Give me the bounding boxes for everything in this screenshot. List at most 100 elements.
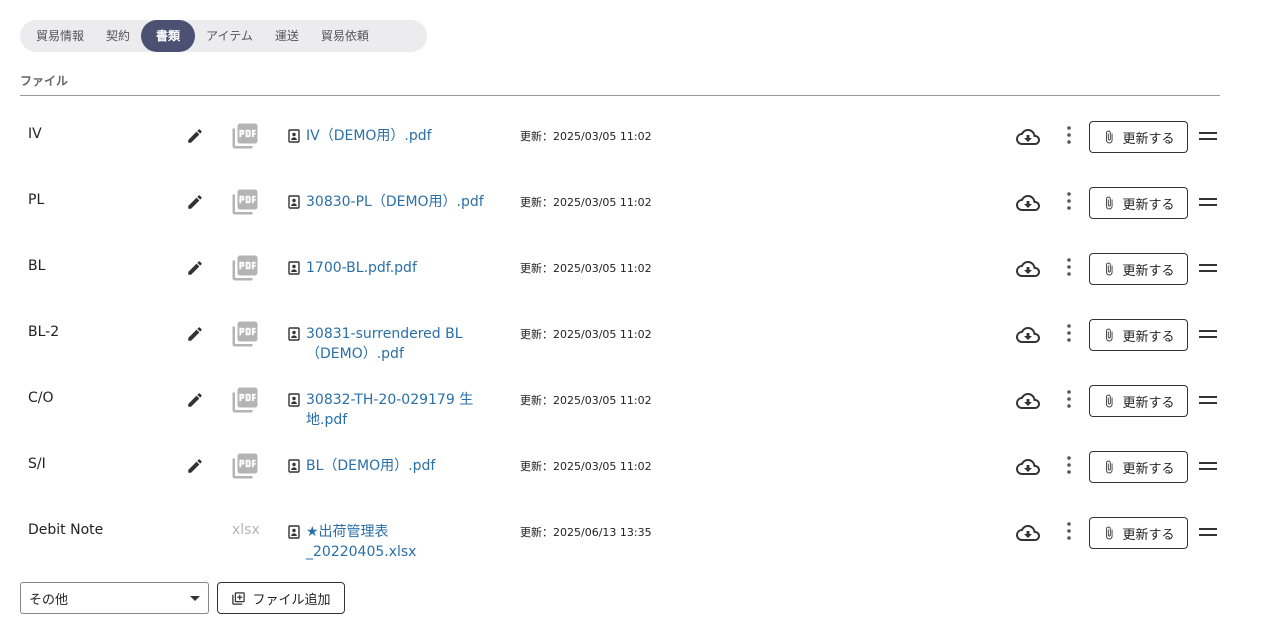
updated-timestamp: 更新：2025/03/05 11:02 [520,262,652,275]
more-vertical-icon[interactable] [1061,521,1077,541]
add-file-label: ファイル追加 [252,592,331,608]
document-type: Debit Note [28,522,104,538]
update-button-label: 更新する [1122,527,1175,543]
pdf-icon [232,321,258,347]
updated-timestamp: 更新：2025/03/05 11:02 [520,394,652,407]
paperclip-icon [1106,328,1113,342]
document-type-select[interactable]: その他 [20,582,209,614]
update-button-label: 更新する [1122,461,1175,477]
document-type: PL [28,192,45,208]
drag-handle-icon[interactable] [1199,197,1217,207]
library-add-icon [232,591,246,605]
pencil-icon[interactable] [186,325,204,343]
document-type: C/O [28,390,54,406]
cloud-download-icon[interactable] [1015,191,1041,215]
update-button[interactable]: 更新する [1089,451,1188,483]
drag-handle-icon[interactable] [1199,131,1217,141]
update-button[interactable]: 更新する [1089,187,1188,219]
update-button-label: 更新する [1122,131,1175,147]
tab-contract[interactable]: 契約 [95,20,141,52]
more-vertical-icon[interactable] [1061,125,1077,145]
more-vertical-icon[interactable] [1061,257,1077,277]
divider [20,95,1220,96]
cloud-download-icon[interactable] [1015,455,1041,479]
tab-documents[interactable]: 書類 [141,20,196,52]
pdf-icon [232,123,258,149]
drag-handle-icon[interactable] [1199,527,1217,537]
tab-items[interactable]: アイテム [195,20,264,52]
updated-timestamp: 更新：2025/03/05 11:02 [520,328,652,341]
more-vertical-icon[interactable] [1061,389,1077,409]
drag-handle-icon[interactable] [1199,461,1217,471]
document-type: IV [28,126,42,142]
document-row: C/O 30832-TH-20-029179 生地.pdf 更新：2025/03… [0,368,1263,434]
document-row: S/I BL（DEMO用）.pdf 更新：2025/03/05 11:02 更新… [0,434,1263,500]
paperclip-icon [1106,262,1113,276]
drag-handle-icon[interactable] [1199,263,1217,273]
pencil-icon[interactable] [186,127,204,145]
file-link[interactable]: 30830-PL（DEMO用）.pdf [306,192,496,212]
file-link[interactable]: 1700-BL.pdf.pdf [306,258,496,278]
paperclip-icon [1106,130,1113,144]
pencil-icon[interactable] [186,457,204,475]
paperclip-icon [1106,196,1113,210]
file-link[interactable]: BL（DEMO用）.pdf [306,456,496,476]
file-link[interactable]: 30831-surrendered BL（DEMO）.pdf [306,324,496,364]
paperclip-icon [1106,526,1113,540]
update-button[interactable]: 更新する [1089,385,1188,417]
cloud-download-icon[interactable] [1015,323,1041,347]
document-type: BL [28,258,46,274]
document-row: Debit Note xlsx ★出荷管理表_20220405.xlsx 更新：… [0,500,1263,566]
updated-timestamp: 更新：2025/03/05 11:02 [520,196,652,209]
tab-trade-request[interactable]: 貿易依頼 [310,20,380,52]
chevron-down-icon [190,595,200,601]
file-link[interactable]: ★出荷管理表_20220405.xlsx [306,522,496,562]
cloud-download-icon[interactable] [1015,521,1041,545]
document-type: BL-2 [28,324,60,340]
more-vertical-icon[interactable] [1061,323,1077,343]
file-link[interactable]: IV（DEMO用）.pdf [306,126,496,146]
select-value: その他 [29,592,69,608]
pdf-icon [232,453,258,479]
more-vertical-icon[interactable] [1061,455,1077,475]
update-button[interactable]: 更新する [1089,319,1188,351]
file-preview-icon [288,459,300,473]
file-preview-icon [288,393,300,407]
update-button-label: 更新する [1122,263,1175,279]
update-button[interactable]: 更新する [1089,517,1188,549]
update-button-label: 更新する [1122,329,1175,345]
update-button-label: 更新する [1122,395,1175,411]
document-row: IV IV（DEMO用）.pdf 更新：2025/03/05 11:02 更新す… [0,104,1263,170]
paperclip-icon [1106,460,1113,474]
file-preview-icon [288,327,300,341]
cloud-download-icon[interactable] [1015,389,1041,413]
tab-shipping[interactable]: 運送 [264,20,310,52]
pencil-icon[interactable] [186,259,204,277]
document-type: S/I [28,456,46,472]
pencil-icon[interactable] [186,193,204,211]
file-link[interactable]: 30832-TH-20-029179 生地.pdf [306,390,496,430]
document-row: BL 1700-BL.pdf.pdf 更新：2025/03/05 11:02 更… [0,236,1263,302]
update-button-label: 更新する [1122,197,1175,213]
update-button[interactable]: 更新する [1089,253,1188,285]
tab-trade-info[interactable]: 貿易情報 [25,20,95,52]
drag-handle-icon[interactable] [1199,395,1217,405]
section-title: ファイル [20,74,69,88]
cloud-download-icon[interactable] [1015,125,1041,149]
file-preview-icon [288,195,300,209]
xlsx-label: xlsx [232,522,260,538]
file-preview-icon [288,129,300,143]
pencil-icon[interactable] [186,391,204,409]
pdf-icon [232,189,258,215]
more-vertical-icon[interactable] [1061,191,1077,211]
tab-bar: 貿易情報 契約 書類 アイテム 運送 貿易依頼 [20,20,427,52]
cloud-download-icon[interactable] [1015,257,1041,281]
add-file-button[interactable]: ファイル追加 [217,582,345,614]
updated-timestamp: 更新：2025/03/05 11:02 [520,130,652,143]
updated-timestamp: 更新：2025/03/05 11:02 [520,460,652,473]
drag-handle-icon[interactable] [1199,329,1217,339]
file-preview-icon [288,261,300,275]
update-button[interactable]: 更新する [1089,121,1188,153]
paperclip-icon [1106,394,1113,408]
document-row: PL 30830-PL（DEMO用）.pdf 更新：2025/03/05 11:… [0,170,1263,236]
